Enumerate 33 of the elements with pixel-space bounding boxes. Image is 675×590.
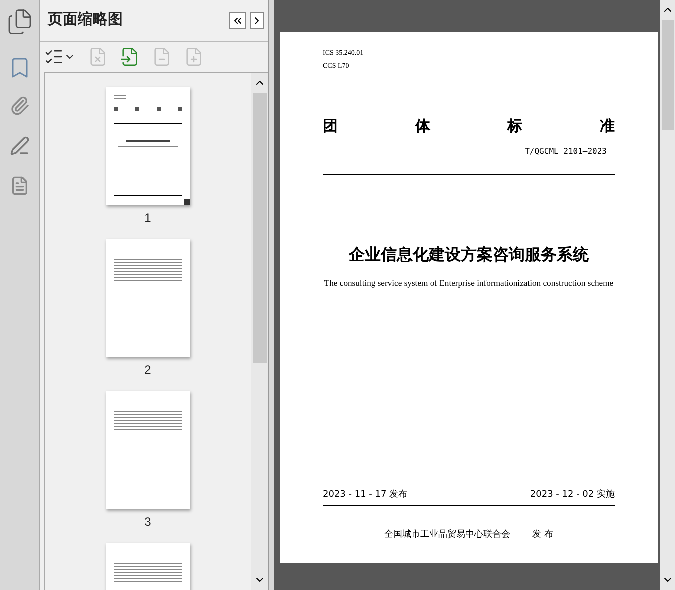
page-icon [152,47,172,67]
standard-heading: 团 [323,116,338,137]
document-scrollbar[interactable] [660,0,675,590]
publisher: 全国城市工业品贸易中心联合会 [384,528,511,542]
page-thumbnail[interactable] [106,239,190,357]
standard-heading: 体 [415,116,430,137]
document-subtitle: The consulting service system of Enterprise informationization construction scheme [324,276,614,290]
panel-title: 页面缩略图 [48,10,124,30]
publish-label: 发 布 [532,528,554,542]
scroll-thumb[interactable] [252,93,266,363]
page-icon [120,47,140,67]
page-number: 3 [144,514,152,531]
document-icon[interactable] [10,176,30,196]
standard-heading: 准 [600,116,615,137]
page-thumbnail[interactable] [106,87,190,205]
scroll-thumb[interactable] [662,20,674,130]
resize-handle-icon[interactable] [184,199,190,205]
scrollbar[interactable] [251,73,268,590]
page-icon [184,47,204,67]
expand-button[interactable] [250,12,264,29]
page-number: 2 [144,362,152,379]
standard-code: T/QGCML 2101—2023 [525,146,607,158]
document-title: 企业信息化建设方案咨询服务系统 [349,244,589,266]
effective-date: 2023 - 12 - 02 实施 [530,489,615,502]
page-thumbnail[interactable] [106,391,190,509]
collapse-button[interactable] [229,12,246,29]
page-number: 1 [144,210,152,227]
standard-heading: 标 [508,116,523,137]
issue-date: 2023 - 11 - 17 发布 [323,489,408,502]
page-icon [88,47,108,67]
paperclip-icon[interactable] [10,96,30,116]
insert-button[interactable] [120,47,140,67]
pen-icon[interactable] [10,136,30,156]
